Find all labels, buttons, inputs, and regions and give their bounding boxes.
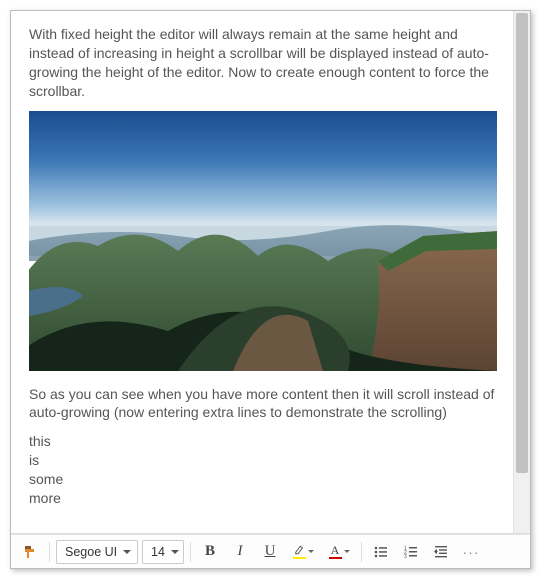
toolbar-separator (361, 542, 362, 562)
more-button[interactable]: ··· (458, 539, 484, 565)
outdent-icon (433, 544, 449, 560)
paragraph[interactable]: So as you can see when you have more con… (29, 385, 497, 423)
more-icon: ··· (463, 544, 480, 560)
text-line[interactable]: this (29, 432, 497, 451)
font-color-swatch (329, 557, 342, 559)
text-lines[interactable]: this is some more (29, 432, 497, 508)
font-size-select[interactable]: 14 (142, 540, 184, 564)
font-family-select[interactable]: Segoe UI (56, 540, 138, 564)
bullet-list-icon (373, 544, 389, 560)
font-family-value: Segoe UI (65, 545, 117, 559)
underline-icon: U (265, 543, 276, 560)
highlighter-icon (293, 544, 306, 556)
highlight-color-button[interactable] (287, 539, 319, 565)
italic-icon: I (238, 543, 243, 560)
underline-button[interactable]: U (257, 539, 283, 565)
italic-button[interactable]: I (227, 539, 253, 565)
toolbar-separator (49, 542, 50, 562)
text-line[interactable]: is (29, 451, 497, 470)
toolbar: Segoe UI 14 B I U (11, 534, 530, 568)
content-area-wrap: With fixed height the editor will always… (11, 11, 530, 534)
format-painter-button[interactable] (17, 539, 43, 565)
outdent-button[interactable] (428, 539, 454, 565)
toolbar-separator (190, 542, 191, 562)
paragraph[interactable]: With fixed height the editor will always… (29, 25, 497, 101)
highlight-swatch (293, 557, 306, 559)
chevron-down-icon (308, 550, 314, 553)
text-line[interactable]: more (29, 489, 497, 508)
numbered-list-icon: 1 2 3 (403, 544, 419, 560)
chevron-down-icon (171, 550, 179, 554)
numbered-list-button[interactable]: 1 2 3 (398, 539, 424, 565)
svg-text:3: 3 (404, 554, 407, 560)
scrollbar-thumb[interactable] (516, 13, 528, 473)
font-color-button[interactable]: A (323, 539, 355, 565)
font-size-value: 14 (151, 545, 165, 559)
vertical-scrollbar[interactable] (513, 11, 530, 533)
font-color-icon: A (331, 544, 340, 556)
paintbrush-icon (22, 544, 38, 560)
bullet-list-button[interactable] (368, 539, 394, 565)
content-image[interactable] (29, 111, 497, 371)
editor-frame: With fixed height the editor will always… (10, 10, 531, 569)
text-line[interactable]: some (29, 470, 497, 489)
editor-content[interactable]: With fixed height the editor will always… (11, 11, 513, 533)
bold-button[interactable]: B (197, 539, 223, 565)
bold-icon: B (205, 543, 215, 560)
chevron-down-icon (344, 550, 350, 553)
chevron-down-icon (123, 550, 131, 554)
